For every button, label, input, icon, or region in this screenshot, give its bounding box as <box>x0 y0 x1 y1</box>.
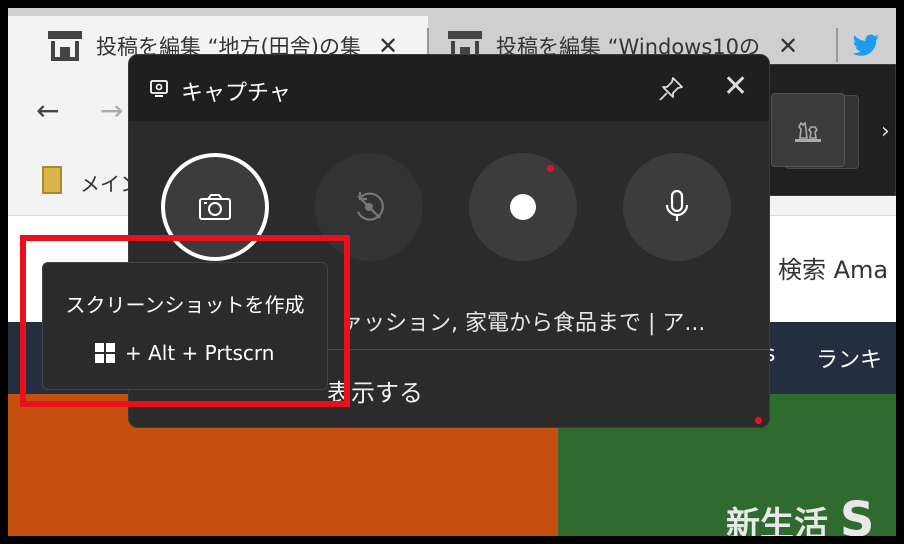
pin-icon[interactable] <box>657 75 685 103</box>
camera-icon <box>199 194 231 220</box>
page-nav-item[interactable]: ランキ <box>816 342 882 374</box>
start-recording-button[interactable] <box>469 153 577 261</box>
recording-indicator-dot <box>547 165 554 172</box>
capture-title: キャプチャ <box>181 81 291 106</box>
chevron-right-icon[interactable]: › <box>881 119 890 144</box>
capture-header: キャプチャ ✕ <box>129 55 769 121</box>
chess-pieces-icon <box>795 121 821 142</box>
banner-text-main: 新生活 <box>726 505 828 536</box>
page-search-text[interactable]: 検索 Ama <box>778 250 888 285</box>
windows-logo-icon <box>95 343 115 363</box>
tooltip-title: スクリーンショットを作成 <box>65 293 305 317</box>
banner-text-letter: S <box>839 492 875 536</box>
screenshot-tooltip: スクリーンショットを作成 + Alt + Prtscrn <box>42 262 328 390</box>
microphone-icon <box>665 189 689 221</box>
shortcut-text: + Alt + Prtscrn <box>125 341 275 365</box>
close-icon[interactable]: ✕ <box>723 69 748 104</box>
tab-close-icon[interactable]: ✕ <box>778 32 798 60</box>
back-arrow-icon[interactable]: ← <box>36 94 59 127</box>
twitter-icon <box>852 34 879 56</box>
forward-arrow-icon[interactable]: → <box>100 94 123 127</box>
no-replay-icon <box>357 192 384 221</box>
chess-widget-icon[interactable] <box>771 93 845 167</box>
microphone-button[interactable] <box>623 153 731 261</box>
banner-text: 新生活 S <box>726 492 874 536</box>
store-favicon-icon <box>48 31 82 61</box>
capture-source-title: ァッション, 家電から食品まで | ア... <box>341 311 706 336</box>
tooltip-shortcut: + Alt + Prtscrn <box>95 341 274 365</box>
monitor-capture-icon <box>150 80 168 97</box>
status-red-dot <box>755 417 762 424</box>
screen: 投稿を編集 “地方(田舎)の集 ✕ 投稿を編集 “Windows10の ✕ ← … <box>8 8 896 536</box>
bookmark-icon <box>42 166 62 194</box>
record-dot-icon <box>510 194 536 220</box>
